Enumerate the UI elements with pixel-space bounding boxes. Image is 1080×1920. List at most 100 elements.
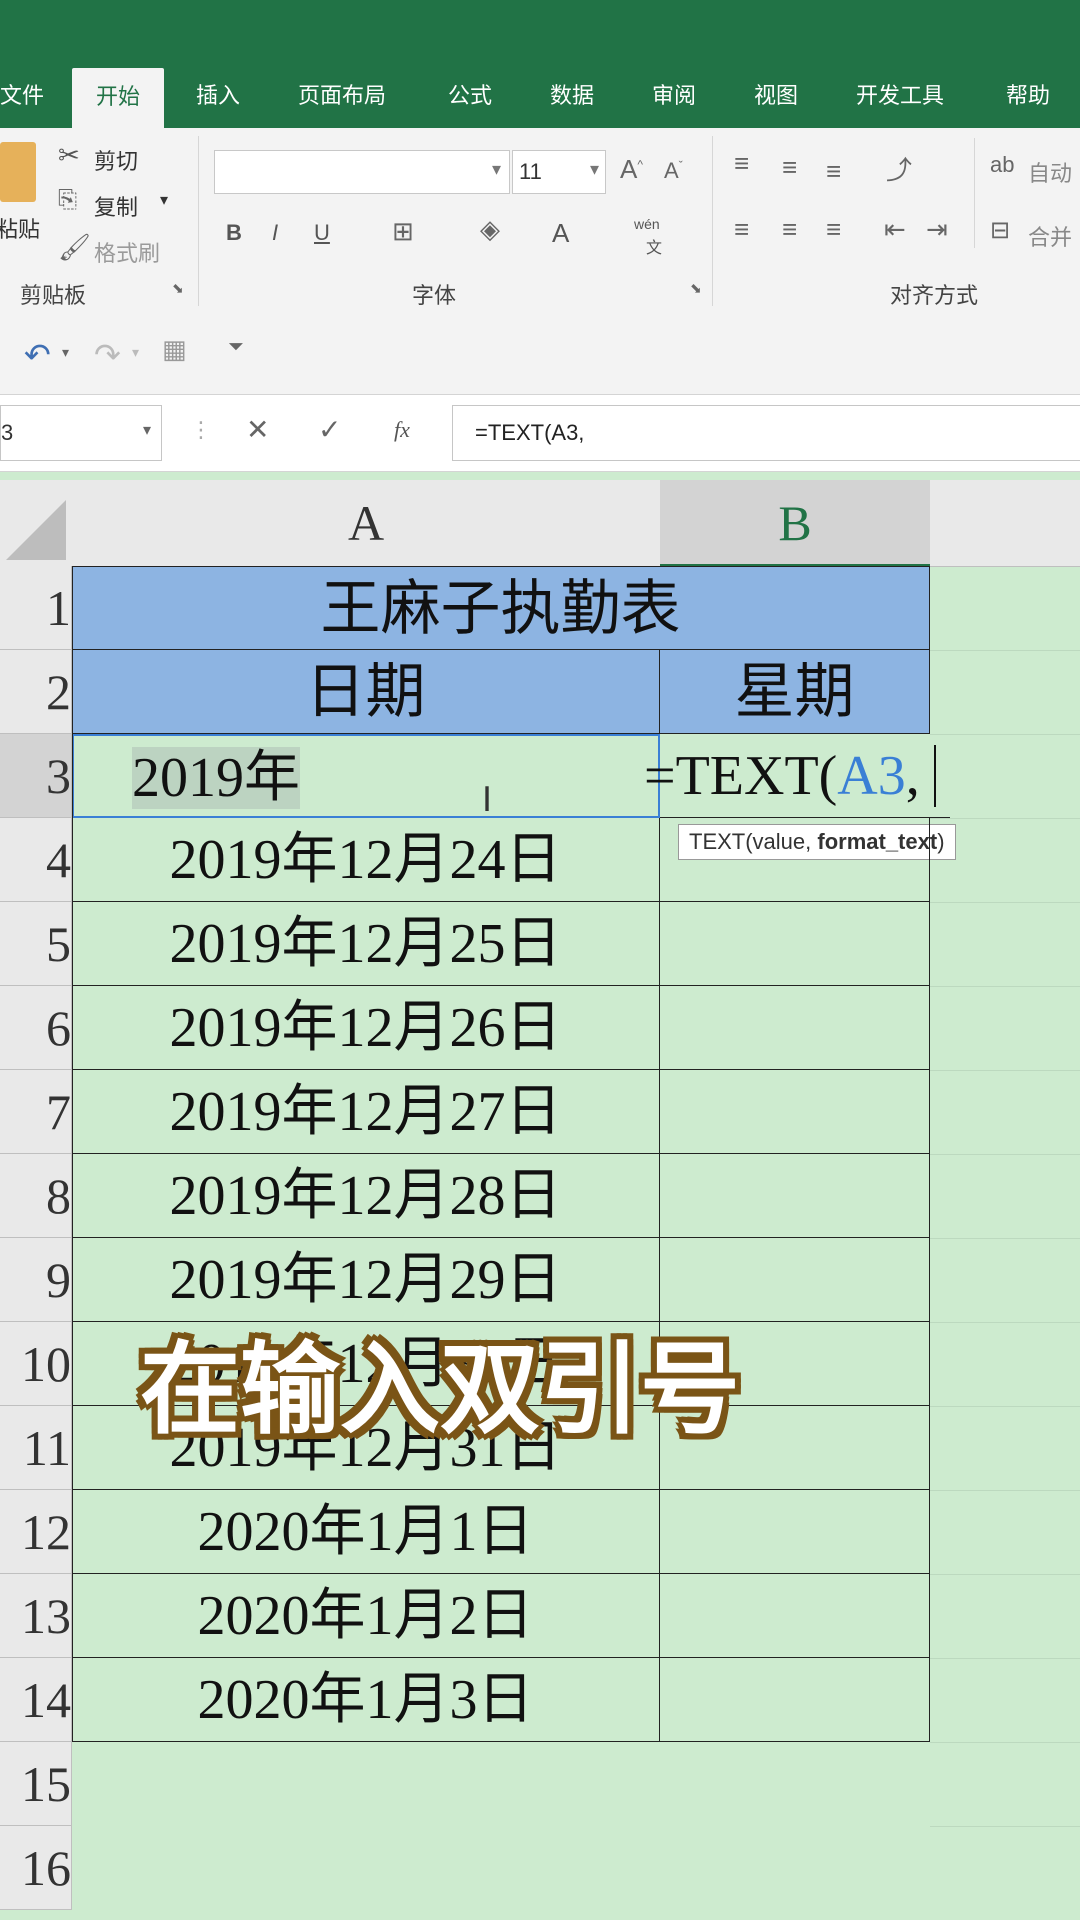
undo-icon[interactable]: ↶ xyxy=(24,336,51,374)
row-header[interactable]: 5 xyxy=(0,902,72,986)
wrap-text-button[interactable]: ab 自动 xyxy=(990,152,1080,192)
borders-icon[interactable]: ⊞ xyxy=(392,216,414,247)
decrease-indent-icon[interactable]: ⇤ xyxy=(884,214,906,245)
font-color-button[interactable]: A xyxy=(552,218,569,249)
row-header[interactable]: 14 xyxy=(0,1658,72,1742)
cell-a3[interactable]: 2019年 xyxy=(72,734,660,818)
tab-file[interactable]: 文件 xyxy=(0,78,44,110)
row-header[interactable]: 9 xyxy=(0,1238,72,1322)
row-header[interactable]: 7 xyxy=(0,1070,72,1154)
row-header[interactable]: 10 xyxy=(0,1322,72,1406)
increase-indent-icon[interactable]: ⇥ xyxy=(926,214,948,245)
table-cell-date[interactable]: 2019年12月24日 xyxy=(72,818,660,902)
tab-review[interactable]: 审阅 xyxy=(652,78,696,110)
table-cell-weekday[interactable] xyxy=(660,902,930,986)
tab-page-layout[interactable]: 页面布局 xyxy=(298,78,386,110)
underline-button[interactable]: U xyxy=(314,220,330,246)
tab-help[interactable]: 帮助 xyxy=(1006,78,1050,110)
align-top-icon[interactable]: ≡ xyxy=(734,148,749,179)
merge-button[interactable]: ⊟ 合并 xyxy=(990,216,1080,256)
dialog-launcher-icon[interactable]: ⬊ xyxy=(690,280,702,297)
table-cell-weekday[interactable] xyxy=(660,1154,930,1238)
align-left-icon[interactable]: ≡ xyxy=(734,214,749,245)
cut-label: 剪切 xyxy=(94,149,139,174)
table-cell-date[interactable]: 2020年1月1日 xyxy=(72,1490,660,1574)
header-date[interactable]: 日期 xyxy=(72,650,660,734)
row-header[interactable]: 11 xyxy=(0,1406,72,1490)
table-cell-weekday[interactable] xyxy=(660,1490,930,1574)
format-painter-label: 格式刷 xyxy=(94,241,161,266)
row-header[interactable]: 2 xyxy=(0,650,72,734)
row-header[interactable]: 8 xyxy=(0,1154,72,1238)
paste-button[interactable]: 粘贴 xyxy=(0,142,40,262)
row-header[interactable]: 4 xyxy=(0,818,72,902)
gridline xyxy=(930,1658,1080,1659)
cell-b3-editing[interactable]: =TEXT(A3,​ xyxy=(644,734,950,818)
alignment-group-label: 对齐方式 xyxy=(890,283,979,308)
orientation-icon[interactable]: ⤴ xyxy=(886,150,912,187)
tab-view[interactable]: 视图 xyxy=(754,78,798,110)
tab-home[interactable]: 开始 xyxy=(72,68,165,128)
font-size-input[interactable]: 11 ▾ xyxy=(512,150,606,194)
font-name-input[interactable]: ▾ xyxy=(214,150,510,194)
gridline xyxy=(930,1322,1080,1323)
row-header[interactable]: 12 xyxy=(0,1490,72,1574)
align-right-icon[interactable]: ≡ xyxy=(826,214,841,245)
align-middle-icon[interactable]: ≡ xyxy=(782,152,797,183)
gridline xyxy=(930,1154,1080,1155)
row-header[interactable]: 13 xyxy=(0,1574,72,1658)
row-header[interactable]: 15 xyxy=(0,1742,72,1826)
redo-icon[interactable]: ↷ xyxy=(94,336,121,374)
table-title[interactable]: 王麻子执勤表 xyxy=(72,566,930,650)
align-center-icon[interactable]: ≡ xyxy=(782,214,797,245)
table-cell-date[interactable]: 2019年12月27日 xyxy=(72,1070,660,1154)
table-cell-weekday[interactable] xyxy=(660,1658,930,1742)
table-cell-date[interactable]: 2019年12月25日 xyxy=(72,902,660,986)
table-cell-date[interactable]: 2020年1月2日 xyxy=(72,1574,660,1658)
decrease-font-icon[interactable]: Aˇ xyxy=(664,158,683,184)
format-painter-button[interactable]: 🖌 格式刷 xyxy=(58,232,178,268)
phonetic-button[interactable]: wén 文 xyxy=(634,216,684,260)
header-weekday[interactable]: 星期 xyxy=(660,650,930,734)
column-header-a[interactable]: A xyxy=(72,480,661,567)
table-cell-date[interactable]: 2019年12月28日 xyxy=(72,1154,660,1238)
insert-function-button[interactable]: fx xyxy=(394,417,410,443)
enter-icon[interactable]: ✓ xyxy=(318,413,341,446)
name-box-value: 3 xyxy=(1,420,14,445)
column-header-b[interactable]: B xyxy=(660,480,931,567)
tab-insert[interactable]: 插入 xyxy=(196,78,240,110)
table-cell-weekday[interactable] xyxy=(660,1070,930,1154)
column-header-c[interactable] xyxy=(930,480,1080,567)
align-bottom-icon[interactable]: ≡ xyxy=(826,156,841,187)
row-header[interactable]: 16 xyxy=(0,1826,72,1910)
name-box[interactable]: 3 ▾ xyxy=(0,405,162,461)
row-header[interactable]: 3 xyxy=(0,734,72,818)
copy-button[interactable]: ⎘ 复制 ▾ xyxy=(58,186,178,222)
table-cell-weekday[interactable] xyxy=(660,818,930,902)
cancel-icon[interactable]: ✕ xyxy=(246,413,269,446)
row-header[interactable]: 6 xyxy=(0,986,72,1070)
table-cell-date[interactable]: 2020年1月3日 xyxy=(72,1658,660,1742)
chevron-down-icon[interactable]: ▾ xyxy=(62,344,69,361)
table-cell-weekday[interactable] xyxy=(660,1574,930,1658)
tab-developer[interactable]: 开发工具 xyxy=(856,78,944,110)
tab-data[interactable]: 数据 xyxy=(550,78,594,110)
splitter-icon[interactable]: ⋮ xyxy=(190,417,212,443)
formula-input[interactable]: =TEXT(A3, xyxy=(452,405,1080,461)
table-cell-date[interactable]: 2019年12月26日 xyxy=(72,986,660,1070)
dialog-launcher-icon[interactable]: ⬊ xyxy=(172,280,184,297)
italic-button[interactable]: I xyxy=(272,220,278,246)
cut-button[interactable]: ✂ 剪切 xyxy=(58,140,158,176)
table-cell-weekday[interactable] xyxy=(660,986,930,1070)
bold-button[interactable]: B xyxy=(226,220,242,246)
select-all-button[interactable] xyxy=(0,480,73,567)
chevron-down-icon: ▾ xyxy=(491,159,501,179)
increase-font-icon[interactable]: A^ xyxy=(620,154,643,185)
customize-toolbar-icon[interactable]: ⏷ xyxy=(228,336,244,359)
tab-formulas[interactable]: 公式 xyxy=(448,78,492,110)
fill-color-icon[interactable]: ◈ xyxy=(480,214,500,245)
chevron-down-icon[interactable]: ▾ xyxy=(132,344,139,361)
text-caret: ​ xyxy=(933,745,936,807)
form-icon[interactable]: ▦ xyxy=(162,334,187,365)
row-header[interactable]: 1 xyxy=(0,566,72,650)
